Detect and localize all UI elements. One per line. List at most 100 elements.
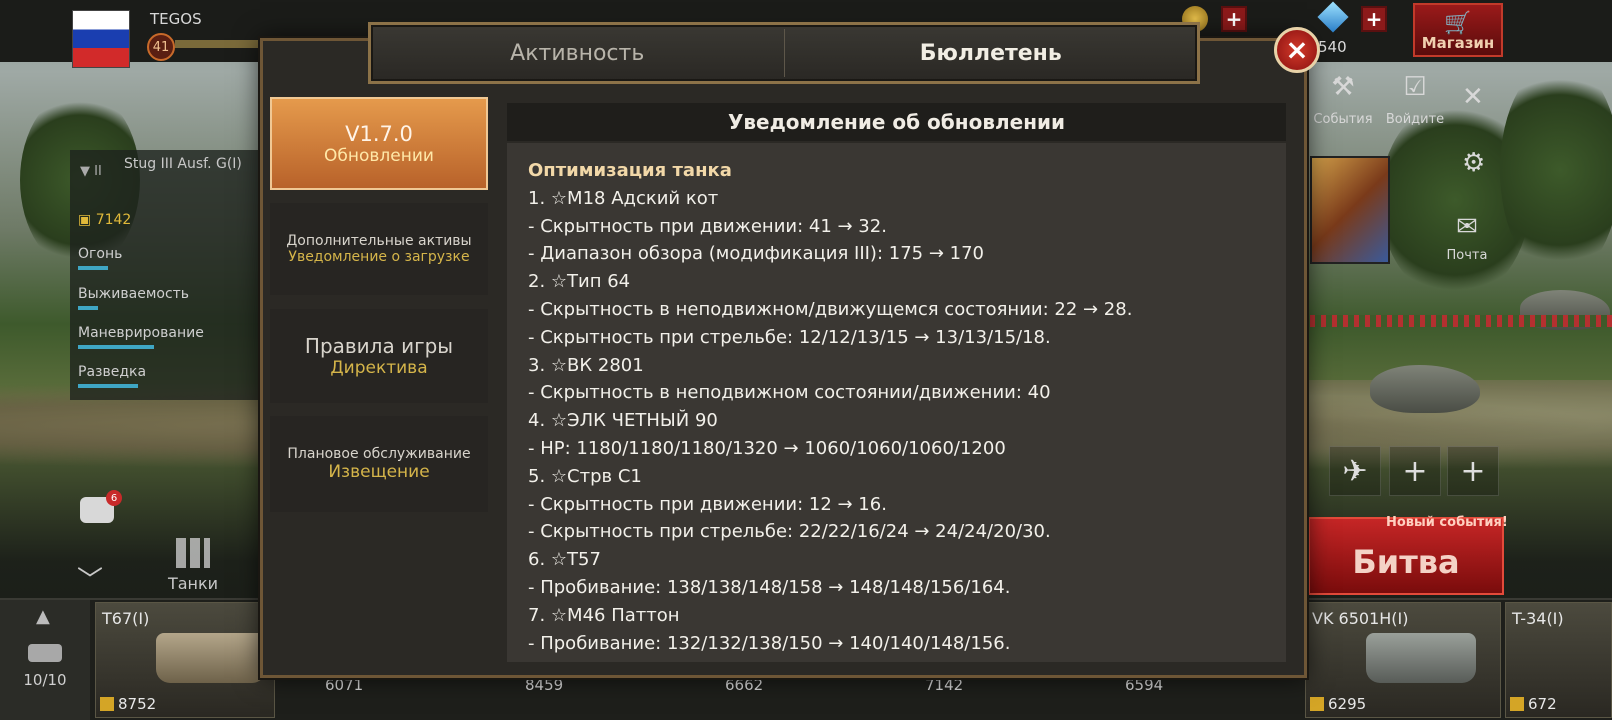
rock [1370,365,1480,413]
tank-tier: ▼ II [80,164,102,179]
section-title: Оптимизация танка [528,160,732,181]
tank-name: Stug III Ausf. G(I) [124,156,242,172]
country-flag [72,10,130,68]
note-line: 5. ☆Стрв С1 [528,465,642,487]
garage-tank-rating: 8752 [118,695,157,713]
sidebar-item-title: Правила игры [304,334,454,358]
tab-bulletin[interactable]: Бюллетень [785,25,1198,81]
garage-tank-rating: 6295 [1328,695,1367,713]
sidebar-item-title: Дополнительные активы [286,233,472,249]
equipment-slot[interactable]: ✈ [1329,446,1381,496]
content-header: Уведомление об обновлении [507,103,1286,141]
mail-icon: ✉ [1456,212,1478,242]
sidebar-item-title: V1.7.0 [345,121,413,146]
garage-count-label: 10/10 [23,671,67,689]
garage-tank-name: T-34(I) [1512,609,1564,628]
garage-tank-card[interactable]: VK 6501H(I) 6295 [1305,602,1501,718]
events-label: События [1313,112,1373,127]
tank-image [1366,633,1476,683]
sidebar-item-assets[interactable]: Дополнительные активы Уведомление о загр… [270,203,488,295]
player-name[interactable]: TEGOS [150,10,202,28]
add-diamond-button[interactable]: + [1361,6,1387,32]
notes-list: 1. ☆M18 Адский кот - Скрытность при движе… [528,185,1286,658]
garage-tank-card[interactable]: T67(I) 8752 [95,602,275,718]
tank-icon [28,644,62,662]
shop-button[interactable]: 🛒 Магазин [1413,3,1503,57]
stat-survivability: Выживаемость [78,286,248,310]
mail-label: Почта [1446,248,1488,263]
stat-scouting: Разведка [78,364,248,388]
note-line: 7. ☆M46 Паттон [528,604,680,626]
flowers [1310,315,1612,327]
new-events-label: Новый события! [1386,515,1508,530]
gear-icon[interactable]: ⚙ [1462,148,1485,178]
note-line: - Скрытность при стрельбе: 12/12/13/15 →… [528,326,1051,348]
note-line: - Диапазон обзора (модификация III): 175… [528,243,984,265]
tank-stats-panel: ▼ II Stug III Ausf. G(I) ▣ 7142 Огонь Вы… [70,150,260,400]
garage-tank-name: T67(I) [102,609,150,628]
tanks-nav-label: Танки [167,574,219,593]
arrow-up-icon[interactable]: ▲ [36,606,50,627]
diamond-count: 540 [1318,38,1347,56]
sidebar-item-title: Плановое обслуживание [287,446,471,462]
tanks-grid-icon [176,538,210,568]
note-line: 2. ☆Тип 64 [528,271,631,293]
stat-maneuverability: Маневрирование [78,325,248,349]
tanks-nav-button[interactable]: Танки [158,538,228,593]
note-line: - Скрытность при стрельбе: 22/22/16/24 →… [528,521,1051,543]
sidebar-item-subtitle: Извещение [328,462,430,482]
chat-badge: 6 [106,490,122,506]
note-line: - Скрытность при движении: 41 → 32. [528,215,887,237]
login-button[interactable]: ☑ Войдите [1380,72,1450,127]
garage-tank-rating: 6594 [1125,676,1164,694]
mail-button[interactable]: ✉ Почта [1432,212,1502,263]
modal-tab-bar: Активность Бюллетень [368,22,1200,84]
events-icon: ⚒ [1331,72,1355,102]
garage-tank-rating: 6662 [725,676,764,694]
note-line: - Пробивание: 132/132/138/150 → 140/140/… [528,632,1011,654]
sidebar-item-update[interactable]: V1.7.0 Обновлении [270,97,488,190]
login-label: Войдите [1385,112,1445,127]
garage-tank-rating: 8459 [525,676,564,694]
player-level-badge: 41 [147,33,175,61]
sidebar-item-rules[interactable]: Правила игры Директива [270,309,488,403]
note-line: - Пробивание: 138/138/148/158 → 148/148/… [528,576,1011,598]
note-line: 3. ☆ВК 2801 [528,354,644,376]
tank-image [156,633,266,683]
tree [1500,60,1612,280]
garage-tank-rating: 6071 [325,676,364,694]
cart-icon: 🛒 [1444,11,1472,36]
garage-tank-name: VK 6501H(I) [1312,609,1409,628]
sidebar-item-subtitle: Обновлении [324,145,434,166]
note-line: 1. ☆M18 Адский кот [528,187,719,209]
update-notes[interactable]: Оптимизация танка 1. ☆M18 Адский кот - Ск… [507,143,1286,662]
sidebar-item-subtitle: Директива [330,358,428,378]
rating-icon [1310,697,1324,711]
note-line: - HP: 1180/1180/1180/1320 → 1060/1060/10… [528,437,1006,459]
close-icon[interactable]: × [1274,27,1320,73]
shop-label: Магазин [1421,34,1495,52]
garage-counter[interactable]: ▲ 10/10 [0,600,90,720]
tab-activity[interactable]: Активность [371,25,784,81]
checkbox-icon: ☑ [1403,72,1427,102]
equipment-slot[interactable]: + [1447,446,1499,496]
chevron-down-icon[interactable]: ﹀ [77,560,103,597]
rating-icon [100,697,114,711]
garage-tank-card[interactable]: T-34(I) 672 [1505,602,1612,718]
tools-icon[interactable]: ✕ [1462,82,1484,112]
event-banner[interactable] [1310,156,1390,264]
add-gold-button[interactable]: + [1221,6,1247,32]
note-line: 4. ☆ЭЛК ЧЕТНЫЙ 90 [528,410,718,432]
note-line: 6. ☆T57 [528,549,601,571]
sidebar-item-maintenance[interactable]: Плановое обслуживание Извещение [270,416,488,512]
tank-rating: ▣ 7142 [78,212,132,228]
note-line: - Скрытность при движении: 12 → 16. [528,493,887,515]
events-button[interactable]: ⚒ События [1308,72,1378,127]
equipment-slot[interactable]: + [1389,446,1441,496]
garage-tank-rating: 7142 [925,676,964,694]
xp-bar [175,40,265,48]
garage-tank-rating: 672 [1528,695,1557,713]
stat-fire: Огонь [78,246,248,270]
rating-icon [1510,697,1524,711]
note-line: - Скрытность в неподвижном/движущемся со… [528,298,1133,320]
